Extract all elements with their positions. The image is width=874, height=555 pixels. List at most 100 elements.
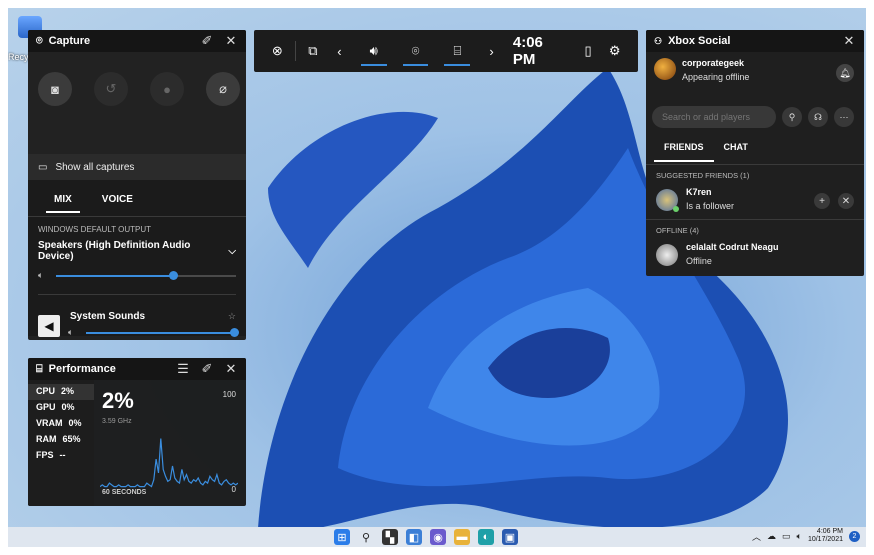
my-profile[interactable]: corporategeek Appearing offline 🔔︎ [646,52,864,92]
audio-icon[interactable]: 🔊︎ [353,30,395,72]
cpu-history-line [100,438,238,488]
device-volume-knob[interactable] [169,271,178,280]
network-icon[interactable]: ▭ [782,531,791,542]
game-bar: ⊗ ⧉ ‹ 🔊︎ ⌾ ⌸ › 4:06 PM ▯ ⚙ [254,30,638,72]
star-icon[interactable]: ☆ [228,311,236,322]
notification-badge[interactable]: 2 [849,530,860,542]
screenshot-button[interactable]: ◙ [38,72,72,106]
widget-menu-icon[interactable]: ⧉ [300,30,327,72]
capture-header[interactable]: ⌾ Capture ✐ ✕ [28,30,246,52]
metric-value: 0% [61,402,75,412]
tab-chat[interactable]: CHAT [724,142,748,164]
performance-icon[interactable]: ⌸ [436,30,478,72]
camera-icon: ◙ [51,81,59,97]
add-friend-icon[interactable]: ⚲ [782,107,802,127]
mouse-icon[interactable]: ▯ [575,30,602,72]
chat-icon[interactable]: ◉ [430,529,446,545]
options-icon[interactable]: ☰ [176,361,190,376]
cloud-icon[interactable]: ☁ [767,531,776,542]
dismiss-icon[interactable]: ✕ [838,193,854,209]
system-sounds-label: System Sounds [70,311,146,322]
system-volume-slider[interactable]: 🔈︎ [28,327,246,339]
my-status: Appearing offline [682,72,750,82]
output-device-dropdown[interactable]: Speakers (High Definition Audio Device) … [28,234,246,262]
friend-name: celalalt Codrut Neagu [686,242,779,252]
search-icon[interactable]: ⚲ [358,529,374,545]
search-players-input[interactable] [652,106,776,128]
mic-toggle-button[interactable]: ⌀ [206,72,240,106]
show-all-label: Show all captures [55,161,135,173]
metric-ram[interactable]: RAM 65% [36,432,94,448]
list-item[interactable]: K7ren Is a follower + ✕ [646,181,864,219]
start-recording-button[interactable]: ● [150,72,184,106]
close-icon[interactable]: ✕ [842,33,856,48]
metric-gpu[interactable]: GPU 0% [36,400,94,416]
show-all-captures-link[interactable]: ▭ Show all captures [28,154,246,180]
chevron-left-icon[interactable]: ‹ [326,30,353,72]
system-volume-knob[interactable] [230,328,239,337]
taskbar-time: 4:06 PM [816,528,843,535]
start-icon[interactable]: ⊞ [334,529,350,545]
metric-vram[interactable]: VRAM 0% [36,416,94,432]
graph-window-label: 60 SECONDS [102,489,147,496]
metric-label: VRAM [36,418,63,428]
system-sounds-row: ◀ System Sounds ☆ 🔈︎ [28,305,246,340]
gear-icon[interactable]: ⚙ [601,30,628,72]
taskbar-clock[interactable]: 4:06 PM 10/17/2021 [808,528,843,544]
volume-icon[interactable]: 🔈︎ [797,531,802,542]
task-view-icon[interactable]: ▚ [382,529,398,545]
party-icon[interactable]: ☊ [808,107,828,127]
suggested-friends-header[interactable]: SUGGESTED FRIENDS (1) [646,165,864,181]
tab-mix[interactable]: MIX [46,194,80,213]
list-item[interactable]: celalalt Codrut Neagu Offline [646,236,864,274]
social-title: Xbox Social [668,35,731,47]
graph-max-label: 100 [222,390,236,399]
social-header[interactable]: ⚇ Xbox Social ✕ [646,30,864,52]
taskbar-date: 10/17/2021 [807,536,843,543]
pin-icon[interactable]: ✐ [200,33,214,48]
bell-icon[interactable]: 🔔︎ [836,64,854,82]
close-icon[interactable]: ✕ [224,361,238,376]
metric-label: CPU [36,386,56,396]
store-icon[interactable]: ▣ [502,529,518,545]
friend-status: Is a follower [686,201,735,211]
widgets-icon[interactable]: ◧ [406,529,422,545]
xbox-icon[interactable]: ⊗ [264,30,291,72]
metric-value: -- [59,450,66,460]
metric-value: 0% [68,418,82,428]
history-icon: ↺ [105,81,117,96]
metric-cpu[interactable]: CPU 2% [28,384,94,400]
metric-list: CPU 2% GPU 0% VRAM 0% RAM 65% FPS -- [28,380,94,506]
add-icon[interactable]: + [814,193,830,209]
performance-icon: ⌸ [36,362,43,375]
tab-voice[interactable]: VOICE [102,194,133,212]
tab-friends[interactable]: FRIENDS [654,142,713,164]
record-last-button[interactable]: ↺ [94,72,128,106]
capture-widget: ⌾ Capture ✐ ✕ ◙ ↺ ● ⌀ ▭ Show all capture… [28,30,246,340]
capture-icon: ⌾ [36,34,43,47]
file-explorer-icon[interactable]: ▬ [454,529,470,545]
cpu-graph: 2% 100 3.59 GHz 60 SECONDS 0 [94,380,246,506]
capture-title: Capture [48,35,91,47]
offline-header[interactable]: OFFLINE (4) [646,220,864,236]
device-volume-fill [56,275,173,277]
friend-name: K7ren [686,187,712,197]
performance-header[interactable]: ⌸ Performance ☰ ✐ ✕ [28,358,246,380]
output-device-name: Speakers (High Definition Audio Device) [38,240,191,262]
graph-min-label: 0 [231,485,236,494]
pin-icon[interactable]: ✐ [200,361,214,376]
more-icon[interactable]: ⋯ [834,107,854,127]
gallery-icon: ▭ [38,161,48,173]
metric-fps[interactable]: FPS -- [36,448,94,464]
avatar [654,58,676,80]
edge-icon[interactable]: ◐ [478,529,494,545]
avatar [656,244,678,266]
metric-label: GPU [36,402,56,412]
xbox-social-widget: ⚇ Xbox Social ✕ corporategeek Appearing … [646,30,864,276]
metric-label: FPS [36,450,54,460]
capture-icon[interactable]: ⌾ [395,30,437,72]
chevron-right-icon[interactable]: › [478,30,505,72]
chevron-up-icon[interactable]: ︿ [752,530,761,543]
close-icon[interactable]: ✕ [224,33,238,48]
device-volume-slider[interactable]: 🔈︎ [28,270,246,282]
